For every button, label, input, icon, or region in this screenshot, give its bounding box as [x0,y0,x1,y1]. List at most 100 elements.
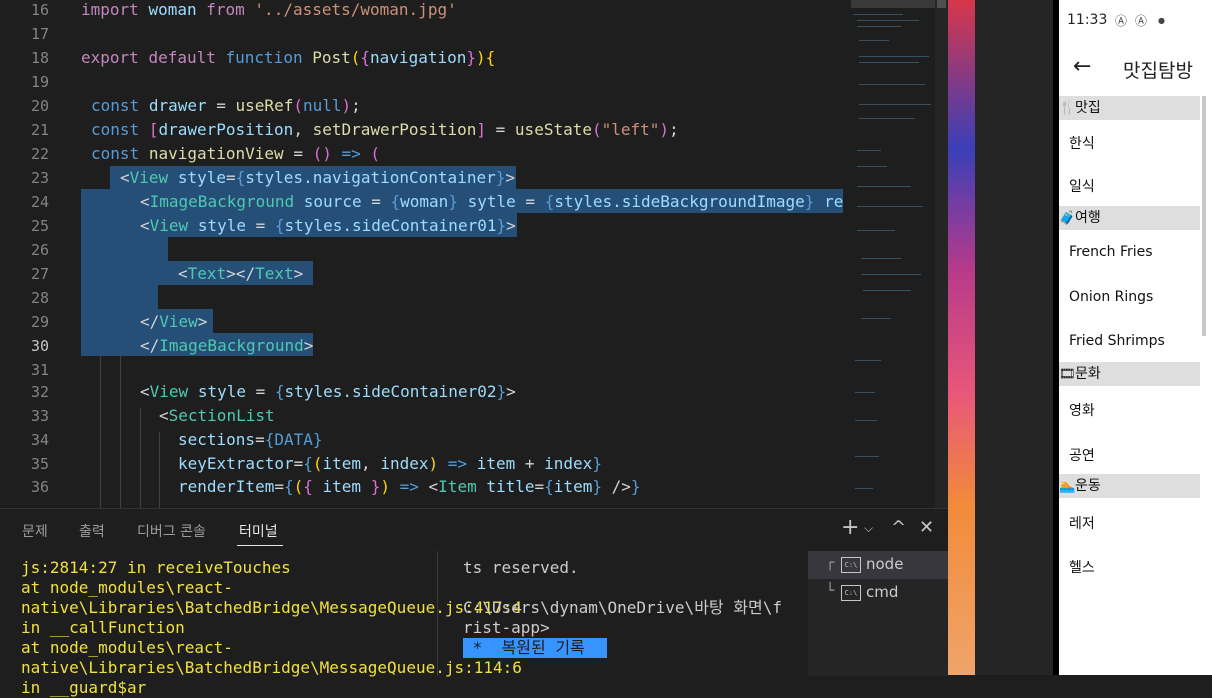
tree-connector-icon: └ [826,583,835,599]
list-item[interactable]: French Fries [1069,244,1153,260]
terminal-split-divider[interactable] [437,551,438,676]
notification-icon: Ⓐ [1135,14,1148,28]
status-time: 11:33 [1067,12,1108,28]
list-item[interactable]: Onion Rings [1069,289,1153,305]
terminal-name: cmd [866,583,899,601]
line-number: 36 [30,478,49,496]
dot-icon: ● [1158,16,1165,25]
code-text: sections={DATA} [178,430,323,449]
code-text: <View style = {styles.sideContainer01}> [140,216,516,235]
editor-vertical-scrollbar[interactable] [935,0,948,508]
scrollbar-thumb[interactable] [937,0,946,8]
code-editor[interactable]: 16 import woman from '../assets/woman.jp… [0,0,843,508]
list-item[interactable]: 헬스 [1069,557,1095,577]
minimap-line [859,62,919,63]
code-line[interactable]: 35 keyExtractor={(item, index) => item +… [0,452,843,476]
code-line[interactable]: 21 const [drawerPosition, setDrawerPosit… [0,118,843,142]
section-header-travel: 🧳여행 [1059,206,1200,230]
code-line[interactable]: 24 <ImageBackground source = {woman} syt… [0,190,843,214]
chevron-down-icon[interactable]: ⌵ [864,521,873,536]
line-number: 25 [30,217,49,235]
code-line[interactable]: 17 [0,22,843,46]
plus-icon[interactable]: + [841,515,859,540]
minimap-line [859,118,915,119]
minimap-line [855,392,875,393]
restored-history-badge: * 복원된 기록 [463,638,607,658]
code-line[interactable]: 30 </ImageBackground> [0,334,843,358]
line-number: 20 [30,97,49,115]
line-number: 27 [30,265,49,283]
minimap-line [857,206,923,207]
line-number: 21 [30,121,49,139]
minimap[interactable] [843,0,938,508]
minimap-line [853,14,903,15]
line-number: 28 [30,289,49,307]
line-number: 35 [30,455,49,473]
code-line[interactable]: 29 </View> [0,310,843,334]
code-line[interactable]: 20 const drawer = useRef(null); [0,94,843,118]
code-text: <View style = {styles.sideContainer02}> [140,382,516,401]
chevron-up-icon[interactable]: ^ [891,517,906,538]
minimap-line [857,20,919,21]
code-line[interactable]: 28 [0,286,843,310]
line-number: 33 [30,407,49,425]
window-gap [975,0,1053,675]
list-item[interactable]: 레저 [1069,513,1095,533]
code-line[interactable]: 23 <View style={styles.navigationContain… [0,166,843,190]
code-line[interactable]: 31 [0,358,843,382]
code-line[interactable]: 32 <View style = {styles.sideContainer02… [0,380,843,404]
page-title: 맛집탐방 [1123,60,1193,82]
line-number: 32 [30,383,49,401]
code-line[interactable]: 16 import woman from '../assets/woman.jp… [0,0,843,22]
code-text: <Text></Text> [178,264,304,283]
minimap-line [859,40,889,41]
tab-debug-console[interactable]: 디버그 콘솔 [137,521,206,541]
code-line[interactable]: 18 export default function Post({navigat… [0,46,843,70]
minimap-line [857,166,887,167]
suitcase-icon: 🧳 [1059,211,1076,226]
list-item[interactable]: Fried Shrimps [1069,333,1165,349]
code-line[interactable]: 26 [0,238,843,262]
section-list[interactable]: 🍴맛집 한식 일식 🧳여행 French Fries Onion Rings F… [1059,96,1200,675]
terminal-item-node[interactable]: ┌ C:\ node [808,551,948,579]
minimap-slider[interactable] [851,0,936,8]
code-line[interactable]: 25 <View style = {styles.sideContainer01… [0,214,843,238]
code-text: <ImageBackground source = {woman} sytle … [140,192,843,211]
tab-terminal[interactable]: 터미널 [239,521,278,541]
minimap-line [855,420,877,421]
code-line[interactable]: 19 [0,70,843,94]
code-line[interactable]: 34 sections={DATA} [0,428,843,452]
list-scrollbar[interactable] [1202,96,1206,336]
minimap-line [859,84,925,85]
list-item[interactable]: 공연 [1069,445,1095,465]
minimap-line [861,258,901,259]
terminal-output-left[interactable]: js:2814:27 in receiveTouches at node_mod… [21,558,522,698]
film-icon: 🎞 [1059,367,1076,382]
back-arrow-icon[interactable]: ← [1073,54,1091,79]
fork-knife-icon: 🍴 [1059,101,1076,116]
code-line[interactable]: 22 const navigationView = () => ( [0,142,843,166]
minimap-line [857,230,895,231]
minimap-line [861,318,891,319]
code-text: renderItem={({ item }) => <Item title={i… [178,477,641,496]
line-number: 22 [30,145,49,163]
tab-output[interactable]: 출력 [79,521,105,541]
code-line[interactable]: 36 renderItem={({ item }) => <Item title… [0,475,843,499]
code-line[interactable]: 27 <Text></Text> [0,262,843,286]
close-icon[interactable]: ✕ [919,517,934,538]
tab-problems[interactable]: 문제 [22,521,48,541]
code-line[interactable]: 33 <SectionList [0,404,843,428]
terminal-item-cmd[interactable]: └ C:\ cmd [808,579,948,607]
terminal-icon: C:\ [841,557,861,573]
swimmer-icon: 🏊 [1059,479,1076,494]
list-item[interactable]: 일식 [1069,176,1095,196]
terminal-output-right[interactable]: ts reserved. C:\Users\dynam\OneDrive\바탕 … [463,558,803,638]
terminal-list: ┌ C:\ node └ C:\ cmd [808,551,948,676]
section-header-culture: 🎞문화 [1059,362,1200,386]
line-number: 23 [30,169,49,187]
line-number: 24 [30,193,49,211]
list-item[interactable]: 영화 [1069,400,1095,420]
code-text: </ImageBackground> [140,336,314,355]
line-number: 30 [30,337,49,355]
list-item[interactable]: 한식 [1069,133,1095,153]
